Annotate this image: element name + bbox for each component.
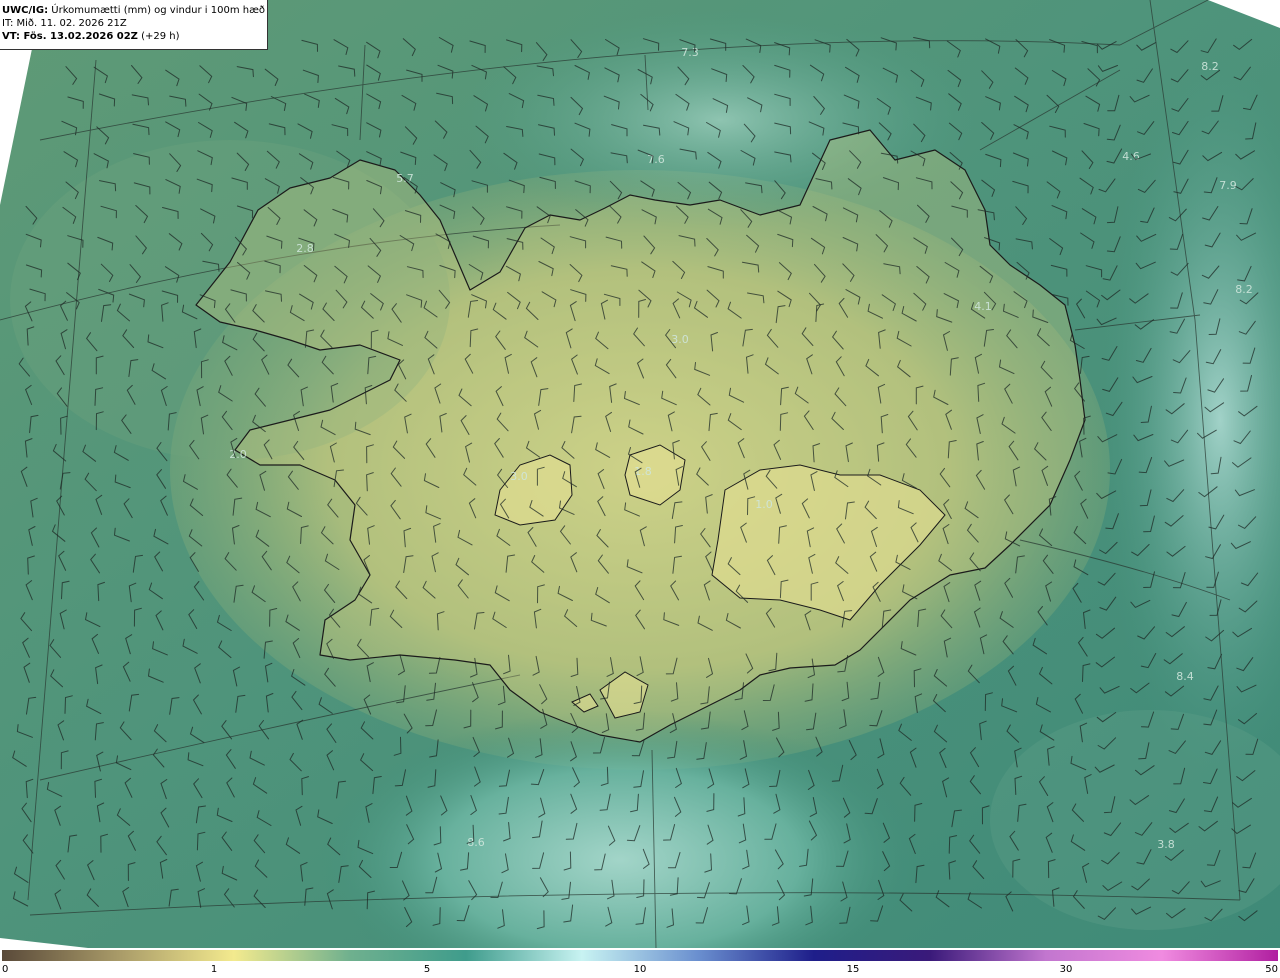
value-label: 2.0 <box>229 448 247 461</box>
lead-time: (+29 h) <box>141 31 180 42</box>
weather-map: 7.3 8.2 5.7 4.6 7.6 7.9 2.8 4.1 3.0 8.2 2.0 1.0 1.8 3… <box>0 0 1280 978</box>
value-label: 7.3 <box>681 46 699 59</box>
value-label: 1.0 <box>755 498 773 511</box>
colorbar-tick: 10 <box>633 964 647 975</box>
product-line: UWC/IG: Úrkomumætti (mm) og vindur i 100… <box>2 4 267 17</box>
map-title-box: UWC/IG: Úrkomumætti (mm) og vindur i 100… <box>0 0 268 50</box>
value-label: 8.2 <box>1235 283 1253 296</box>
issue-time: IT: Mið. 11. 02. 2026 21Z <box>2 18 127 29</box>
colorbar-tick: 30 <box>1059 964 1073 975</box>
value-label: 4.1 <box>974 300 992 313</box>
value-label: 4.6 <box>1122 150 1140 163</box>
valid-time: VT: Fös. 13.02.2026 02Z <box>2 31 138 42</box>
colorbar-tick: 1 <box>210 964 218 975</box>
colorbar-tick: 50 <box>1265 964 1278 975</box>
value-label: 8.2 <box>1201 60 1219 73</box>
map-canvas: 7.38.25.74.67.67.92.84.13.08.22.01.01.83… <box>0 0 1280 948</box>
colorbar-gradient <box>2 950 1278 961</box>
value-label: 3.0 <box>510 470 528 483</box>
product-code: UWC/IG: <box>2 5 49 16</box>
value-label: 2.8 <box>296 242 314 255</box>
value-label: 3.0 <box>671 333 689 346</box>
colorbar-legend: 0 1 5 10 15 30 50 <box>0 948 1280 978</box>
value-label: 8.4 <box>1176 670 1194 683</box>
colorbar-tick: 15 <box>846 964 860 975</box>
value-label: 3.8 <box>1157 838 1175 851</box>
product-title: Úrkomumætti (mm) og vindur i 100m hæð <box>51 5 266 16</box>
colorbar-tick: 0 <box>2 964 9 975</box>
colorbar-tick: 5 <box>423 964 431 975</box>
value-label: 7.9 <box>1219 179 1237 192</box>
valid-time-line: VT: Fös. 13.02.2026 02Z (+29 h) <box>2 30 267 43</box>
